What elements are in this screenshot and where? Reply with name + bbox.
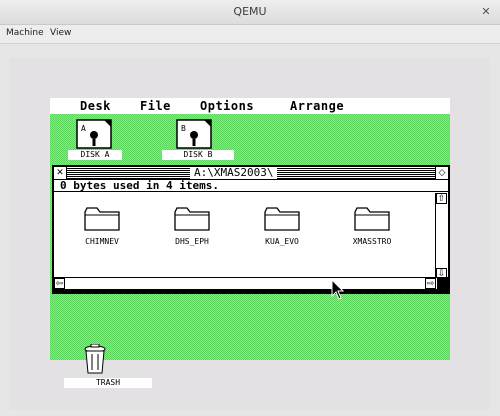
disk-b-label[interactable]: DISK B: [162, 150, 234, 160]
trash-label[interactable]: TRASH: [64, 378, 152, 388]
qemu-menubar: Machine View: [0, 25, 500, 44]
svg-text:B: B: [181, 124, 186, 133]
folder-label-xmasstro[interactable]: XMASSTRO: [342, 237, 402, 246]
resize-handle-icon[interactable]: [437, 278, 448, 289]
window-info-line: 0 bytes used in 4 items.: [54, 180, 448, 192]
menu-desk[interactable]: Desk: [80, 99, 111, 113]
menu-options[interactable]: Options: [200, 99, 254, 113]
folder-icon[interactable]: [174, 207, 210, 231]
menu-file[interactable]: File: [140, 99, 171, 113]
disk-a-label[interactable]: DISK A: [68, 150, 122, 160]
folder-icon[interactable]: [264, 207, 300, 231]
window-path: A:\XMAS2003\: [190, 167, 278, 179]
window-shadow: [52, 291, 450, 294]
close-icon[interactable]: ✕: [480, 6, 492, 18]
trash-can-icon[interactable]: [82, 344, 108, 374]
horizontal-scrollbar[interactable]: ⇦ ⇨: [54, 277, 448, 289]
window-title: QEMU: [233, 5, 267, 18]
window-fuller-icon[interactable]: ◇: [435, 167, 448, 179]
floppy-disk-b-icon[interactable]: B: [176, 119, 212, 149]
menu-arrange[interactable]: Arrange: [290, 99, 344, 113]
window-content: CHIMNEV DHS_EPH KUA_EVO XMASSTRO: [54, 193, 436, 277]
vertical-scrollbar[interactable]: ⇧ ⇩: [435, 193, 448, 279]
folder-icon[interactable]: [354, 207, 390, 231]
emulator-screen[interactable]: Desk File Options Arrange A DISK A B DIS…: [10, 58, 490, 410]
menu-view[interactable]: View: [50, 28, 71, 38]
qemu-titlebar: QEMU ✕: [0, 0, 500, 25]
svg-text:A: A: [81, 124, 86, 133]
gem-menubar: Desk File Options Arrange: [50, 98, 450, 114]
folder-label-dhs-eph[interactable]: DHS_EPH: [162, 237, 222, 246]
folder-label-chimnev[interactable]: CHIMNEV: [72, 237, 132, 246]
vm-display-area: Desk File Options Arrange A DISK A B DIS…: [0, 44, 500, 416]
folder-label-kua-evo[interactable]: KUA_EVO: [252, 237, 312, 246]
scroll-left-icon[interactable]: ⇦: [54, 278, 65, 289]
directory-window[interactable]: ✕ A:\XMAS2003\ ◇ 0 bytes used in 4 items…: [52, 165, 450, 291]
mouse-pointer-icon: [331, 279, 345, 300]
folder-icon[interactable]: [84, 207, 120, 231]
floppy-disk-a-icon[interactable]: A: [76, 119, 112, 149]
window-close-icon[interactable]: ✕: [54, 167, 67, 179]
menu-machine[interactable]: Machine: [6, 28, 44, 38]
scroll-up-icon[interactable]: ⇧: [436, 193, 447, 204]
scroll-right-icon[interactable]: ⇨: [425, 278, 436, 289]
